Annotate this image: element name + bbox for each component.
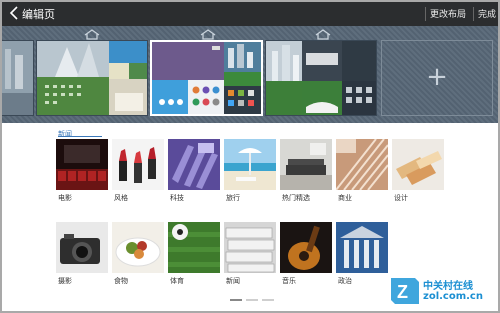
section-underline: [58, 136, 102, 137]
page-thumbnails-panel: +: [2, 26, 498, 123]
columns-icon: [336, 222, 388, 273]
category-label: 新闻: [226, 277, 240, 285]
design-swatches-icon: [392, 139, 444, 190]
back-arrow-icon[interactable]: [7, 5, 21, 21]
soccer-field-icon: [168, 222, 220, 273]
category-tile-food[interactable]: [112, 222, 164, 273]
home-icon: [200, 29, 216, 40]
watermark-brand: 中关村在线: [423, 281, 473, 292]
category-tile-news[interactable]: [224, 222, 276, 273]
cinema-seats-icon: [56, 139, 108, 190]
toolbar-divider: [473, 7, 474, 21]
category-tile-hot-picks[interactable]: [280, 139, 332, 190]
category-label: 热门精选: [282, 194, 310, 202]
category-label: 政治: [338, 277, 352, 285]
tech-grid-icon: [168, 139, 220, 190]
category-tile-business[interactable]: [336, 139, 388, 190]
beach-icon: [224, 139, 276, 190]
page-thumbnail-selected[interactable]: [150, 40, 263, 116]
page-indicator[interactable]: [262, 299, 274, 301]
category-label: 风格: [114, 194, 128, 202]
watermark-site: zol.com.cn: [423, 291, 483, 302]
guitar-icon: [280, 222, 332, 273]
category-label: 旅行: [226, 194, 240, 202]
category-tile-sports[interactable]: [168, 222, 220, 273]
camera-icon: [56, 222, 108, 273]
category-label: 体育: [170, 277, 184, 285]
category-tile-politics[interactable]: [336, 222, 388, 273]
category-label: 科技: [170, 194, 184, 202]
category-label: 商业: [338, 194, 352, 202]
category-tile-photography[interactable]: [56, 222, 108, 273]
category-label: 设计: [394, 194, 408, 202]
category-tile-music[interactable]: [280, 222, 332, 273]
building-icon: [336, 139, 388, 190]
done-button[interactable]: 完成: [478, 7, 496, 20]
category-tile-design[interactable]: [392, 139, 444, 190]
page-thumbnail[interactable]: [265, 40, 377, 116]
category-tile-tech[interactable]: [168, 139, 220, 190]
toolbar-divider: [425, 7, 426, 21]
category-tile-style[interactable]: [112, 139, 164, 190]
newspapers-icon: [224, 222, 276, 273]
category-tile-movie[interactable]: [56, 139, 108, 190]
page-thumbnail[interactable]: [36, 40, 148, 116]
category-tile-travel[interactable]: [224, 139, 276, 190]
top-bar: 编辑页 更改布局 完成: [2, 2, 498, 26]
category-label: 食物: [114, 277, 128, 285]
category-label: 摄影: [58, 277, 72, 285]
section-title: 新闻: [58, 130, 72, 138]
svg-text:Z: Z: [397, 282, 408, 302]
zol-watermark: Z 中关村在线 zol.com.cn: [389, 274, 497, 308]
page-title: 编辑页: [22, 8, 55, 21]
page-indicator-active[interactable]: [230, 299, 242, 301]
change-layout-button[interactable]: 更改布局: [430, 7, 466, 20]
living-room-icon: [280, 139, 332, 190]
home-icon: [315, 29, 331, 40]
category-label: 电影: [58, 194, 72, 202]
category-label: 音乐: [282, 277, 296, 285]
lipsticks-icon: [112, 139, 164, 190]
page-thumbnail[interactable]: [2, 40, 34, 116]
add-page-button[interactable]: +: [381, 40, 493, 116]
page-indicator[interactable]: [246, 299, 258, 301]
food-plate-icon: [112, 222, 164, 273]
home-icon: [84, 29, 100, 40]
edit-page-screen: 编辑页 更改布局 完成 + 新闻 电影 风格 科技 旅行 热门精选 商业 设计 …: [0, 0, 500, 313]
